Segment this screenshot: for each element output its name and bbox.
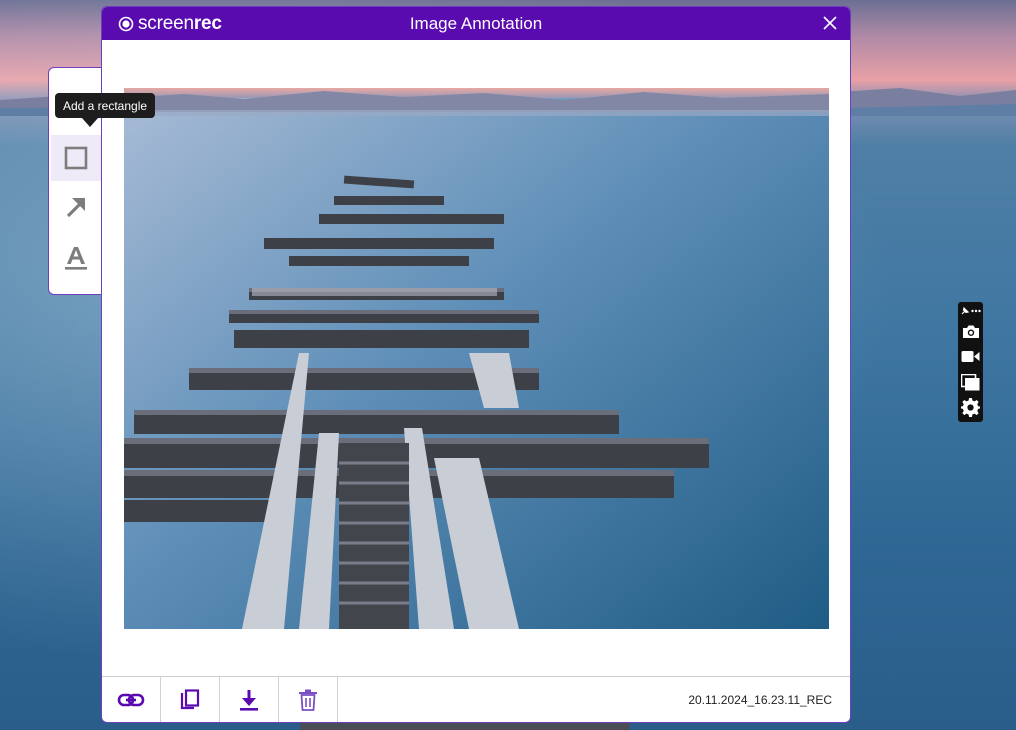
gear-icon xyxy=(961,397,980,417)
arrow-tool-button[interactable] xyxy=(51,184,101,230)
screenshot-filename: 20.11.2024_16.23.11_REC xyxy=(688,693,832,707)
download-button[interactable] xyxy=(220,677,279,722)
image-annotation-dialog: Image Annotation screenrec 20.11.2024_16… xyxy=(101,6,851,723)
brand-name: screenrec xyxy=(138,13,222,35)
more-icon[interactable] xyxy=(971,309,981,313)
brand-suffix: rec xyxy=(193,12,222,34)
rectangle-tool-button[interactable] xyxy=(51,135,101,181)
recorder-toolbar xyxy=(958,302,983,422)
brand-prefix: screen xyxy=(138,12,194,34)
close-icon[interactable] xyxy=(820,13,840,33)
settings-button[interactable] xyxy=(958,395,983,419)
copy-button[interactable] xyxy=(161,677,220,722)
recorder-top-row xyxy=(958,304,983,318)
titlebar: Image Annotation screenrec xyxy=(102,7,850,40)
link-icon xyxy=(117,693,145,707)
dialog-footer: 20.11.2024_16.23.11_REC xyxy=(102,676,850,722)
record-icon xyxy=(118,16,134,31)
copy-icon xyxy=(180,689,200,710)
arrow-icon xyxy=(66,198,85,218)
trash-icon xyxy=(299,689,317,711)
tooltip: Add a rectangle xyxy=(55,93,155,118)
download-icon xyxy=(240,690,258,711)
copy-link-button[interactable] xyxy=(102,677,161,722)
recordings-button[interactable] xyxy=(958,370,983,394)
rectangle-icon xyxy=(64,146,88,170)
delete-button[interactable] xyxy=(279,677,338,722)
text-icon xyxy=(65,247,87,270)
screenshot-button[interactable] xyxy=(958,320,983,342)
annotated-image[interactable] xyxy=(124,88,829,629)
pin-icon[interactable] xyxy=(960,306,969,316)
video-icon xyxy=(961,350,980,362)
record-video-button[interactable] xyxy=(958,344,983,368)
text-tool-button[interactable] xyxy=(51,235,101,281)
camera-icon xyxy=(962,325,979,338)
windows-icon xyxy=(961,373,980,390)
brand-logo: screenrec xyxy=(118,7,222,40)
tooltip-arrow xyxy=(82,118,98,127)
